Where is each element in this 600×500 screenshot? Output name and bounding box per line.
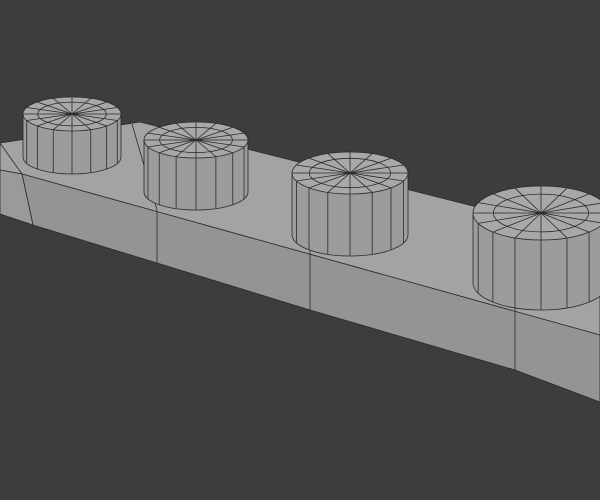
3d-viewport[interactable] xyxy=(0,0,600,500)
stud xyxy=(472,185,600,311)
stud xyxy=(22,96,122,175)
stud xyxy=(291,151,409,257)
stud xyxy=(143,121,249,211)
